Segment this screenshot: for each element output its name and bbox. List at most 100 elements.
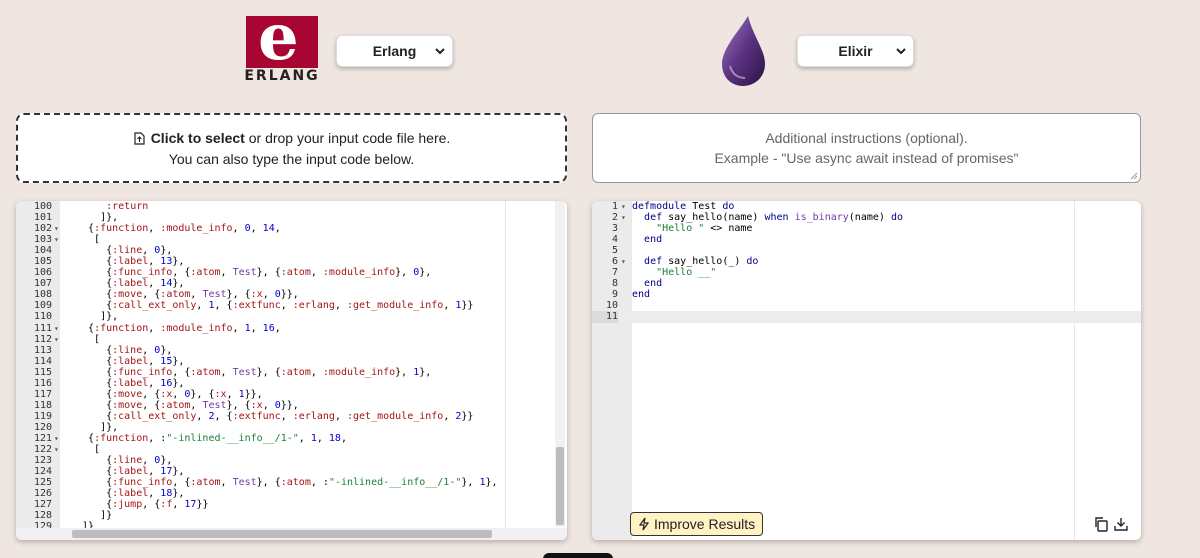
code-line[interactable]: 121 ▾ {:function, :"-inlined-__info__/1-"… — [16, 433, 567, 444]
output-code-editor[interactable]: 1 ▾ defmodule Test do 2 ▾ def say_hello(name… — [592, 201, 1141, 540]
code-line[interactable]: 11 — [592, 311, 1141, 323]
code-line[interactable]: 110 ]}, — [16, 311, 567, 322]
resize-handle-icon[interactable] — [1130, 172, 1138, 180]
fold-toggle-icon[interactable]: ▾ — [54, 433, 59, 444]
code-text: "Hello " <> name — [656, 223, 753, 235]
code-line[interactable]: 9 end — [592, 289, 1141, 300]
fold-toggle-icon[interactable]: ▾ — [54, 323, 59, 334]
code-line[interactable]: 117 {:move, {:x, 0}, {:x, 1}}, — [16, 389, 567, 400]
code-line[interactable]: 114 {:label, 15}, — [16, 356, 567, 367]
line-number: 100 — [33, 201, 52, 212]
code-line[interactable]: 6 ▾ def say_hello(_) do — [592, 256, 1141, 267]
line-number: 109 — [33, 300, 52, 312]
line-number: 118 — [33, 399, 52, 411]
code-line[interactable]: 118 {:move, {:atom, Test}, {:x, 0}}, — [16, 400, 567, 411]
code-text: {:func_info, {:atom, Test}, {:atom, :"-i… — [76, 477, 498, 489]
code-line[interactable]: 108 {:move, {:atom, Test}, {:x, 0}}, — [16, 289, 567, 300]
code-line[interactable]: 3 "Hello " <> name — [592, 223, 1141, 234]
code-line[interactable]: 7 "Hello __" — [592, 267, 1141, 278]
line-number: 107 — [33, 278, 52, 290]
fold-toggle-icon[interactable]: ▾ — [621, 201, 626, 212]
code-text: {:move, {:atom, Test}, {:x, 0}}, — [76, 399, 299, 411]
line-number: 3 — [611, 223, 618, 235]
code-line[interactable]: 103 ▾ [ — [16, 234, 567, 245]
code-line[interactable]: 126 {:label, 18}, — [16, 488, 567, 499]
line-number: 101 — [33, 212, 52, 224]
source-language-select[interactable]: Erlang — [336, 35, 453, 67]
target-language-select[interactable]: Elixir — [797, 35, 914, 67]
line-number: 103 — [33, 234, 52, 246]
code-line[interactable]: 116 {:label, 16}, — [16, 378, 567, 389]
copy-icon[interactable] — [1093, 516, 1109, 532]
code-line[interactable]: 106 {:func_info, {:atom, Test}, {:atom, … — [16, 267, 567, 278]
code-line[interactable]: 125 {:func_info, {:atom, Test}, {:atom, … — [16, 477, 567, 488]
file-icon — [134, 131, 145, 145]
input-code-editor[interactable]: 100 :return 101 ]}, 102 ▾ {:function, :modu… — [16, 201, 567, 540]
code-line[interactable]: 123 {:line, 0}, — [16, 455, 567, 466]
code-line[interactable]: 1 ▾ defmodule Test do — [592, 201, 1141, 212]
fold-toggle-icon[interactable]: ▾ — [54, 334, 59, 345]
line-number: 7 — [611, 267, 618, 279]
line-number: 110 — [33, 311, 52, 323]
line-number: 104 — [33, 245, 52, 257]
code-text: [ — [76, 234, 101, 246]
download-icon[interactable] — [1113, 516, 1129, 532]
code-line[interactable]: 111 ▾ {:function, :module_info, 1, 16, — [16, 323, 567, 334]
code-text: {:line, 0}, — [76, 455, 173, 467]
line-number: 126 — [33, 488, 52, 500]
code-text: :return — [106, 201, 149, 212]
line-number: 120 — [33, 421, 52, 433]
code-text: {:line, 0}, — [76, 344, 173, 356]
code-text: ]}, — [76, 311, 119, 323]
line-number: 2 — [611, 212, 618, 224]
code-line[interactable]: 127 {:jump, {:f, 17}} — [16, 499, 567, 510]
horizontal-scrollbar[interactable] — [16, 528, 567, 540]
code-text: {:label, 13}, — [76, 256, 185, 268]
vertical-scrollbar[interactable] — [555, 201, 565, 527]
fold-toggle-icon[interactable]: ▾ — [621, 212, 626, 223]
code-line[interactable]: 2 ▾ def say_hello(name) when is_binary(na… — [592, 212, 1141, 223]
code-line[interactable]: 4 end — [592, 234, 1141, 245]
erlang-logo-mark: e — [246, 16, 318, 68]
source-language-value: Erlang — [372, 43, 417, 59]
line-number: 122 — [33, 444, 52, 456]
code-line[interactable]: 122 ▾ [ — [16, 444, 567, 455]
code-line[interactable]: 128 ]} — [16, 510, 567, 521]
code-line[interactable]: 124 {:label, 17}, — [16, 466, 567, 477]
erlang-logo-letter: e — [258, 16, 299, 68]
fold-toggle-icon[interactable]: ▾ — [54, 223, 59, 234]
file-dropzone[interactable]: Click to select or drop your input code … — [16, 113, 567, 183]
code-line[interactable]: 10 — [592, 300, 1141, 311]
code-text: end — [644, 234, 663, 246]
scrollbar-thumb[interactable] — [556, 447, 564, 525]
code-line[interactable]: 109 {:call_ext_only, 1, {:extfunc, :erla… — [16, 300, 567, 311]
improve-results-button[interactable]: Improve Results — [630, 512, 764, 536]
click-to-select-link[interactable]: Click to select — [151, 130, 245, 146]
line-number: 102 — [33, 223, 52, 235]
input-code-lines[interactable]: 100 :return 101 ]}, 102 ▾ {:function, :modu… — [16, 201, 567, 532]
code-line[interactable]: 104 {:line, 0}, — [16, 245, 567, 256]
code-line[interactable]: 101 ]}, — [16, 212, 567, 223]
code-line[interactable]: 115 {:func_info, {:atom, Test}, {:atom, … — [16, 367, 567, 378]
line-number: 125 — [33, 477, 52, 489]
bottom-tab[interactable] — [543, 553, 613, 558]
code-line[interactable]: 100 :return — [16, 201, 567, 212]
code-line[interactable]: 5 — [592, 245, 1141, 256]
fold-toggle-icon[interactable]: ▾ — [54, 234, 59, 245]
code-line[interactable]: 120 ]}, — [16, 422, 567, 433]
code-line[interactable]: 105 {:label, 13}, — [16, 256, 567, 267]
code-line[interactable]: 8 end — [592, 278, 1141, 289]
output-code-lines[interactable]: 1 ▾ defmodule Test do 2 ▾ def say_hello(name… — [592, 201, 1141, 323]
code-text: "Hello __" — [656, 267, 717, 279]
code-line[interactable]: 102 ▾ {:function, :module_info, 0, 14, — [16, 223, 567, 234]
additional-instructions-input[interactable]: Additional instructions (optional). Exam… — [592, 113, 1141, 183]
scrollbar-thumb[interactable] — [72, 530, 492, 538]
code-line[interactable]: 112 ▾ [ — [16, 334, 567, 345]
code-line[interactable]: 107 {:label, 14}, — [16, 278, 567, 289]
fold-toggle-icon[interactable]: ▾ — [54, 444, 59, 455]
code-text: {:function, :module_info, 1, 16, — [76, 322, 281, 334]
fold-toggle-icon[interactable]: ▾ — [621, 256, 626, 267]
code-text: def say_hello(_) do — [644, 256, 759, 268]
code-line[interactable]: 119 {:call_ext_only, 2, {:extfunc, :erla… — [16, 411, 567, 422]
code-line[interactable]: 113 {:line, 0}, — [16, 345, 567, 356]
